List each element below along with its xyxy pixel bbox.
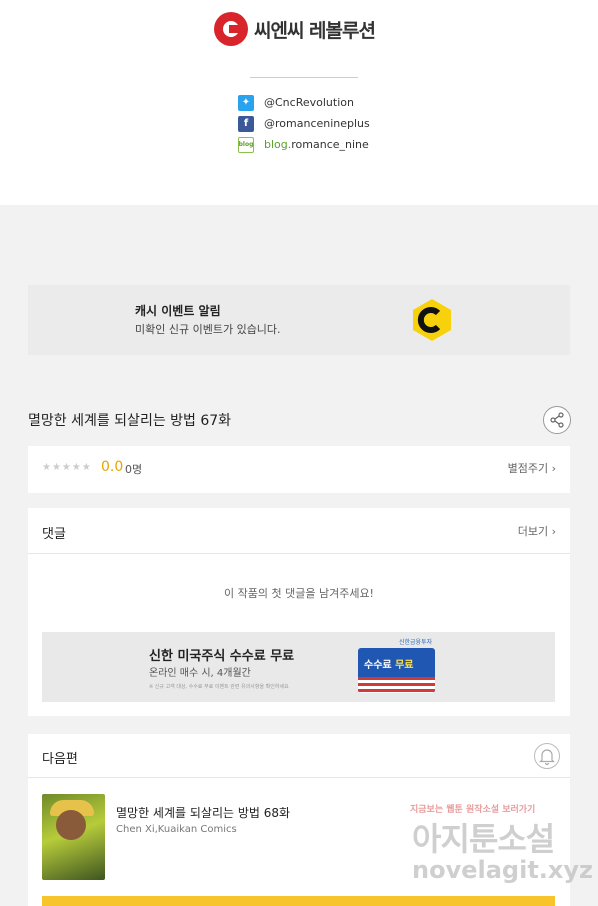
rating-score: 0.0: [101, 459, 124, 475]
rating-stars: ★★★★★: [42, 462, 92, 473]
us-flag-icon: [358, 677, 435, 693]
blog-link[interactable]: blog blog. romance_nine: [238, 134, 370, 155]
facebook-icon: f: [238, 115, 254, 132]
cnc-logo-icon: [214, 12, 248, 46]
rate-button[interactable]: 별점주기 ›: [508, 460, 556, 476]
next-episode-title[interactable]: 멸망한 세계를 되살리는 방법 68화: [116, 804, 290, 821]
cash-coin-icon: [413, 299, 451, 341]
twitter-handle: @CncRevolution: [264, 96, 354, 109]
header-section: 씨엔씨 레볼루션 ✦ @CncRevolution f @romancenine…: [0, 0, 598, 205]
bell-icon: [539, 749, 555, 766]
ad-fine-print: ※ 신규 고객 대상, 수수료 무료 이벤트 관련 유의사항을 확인하세요: [149, 684, 289, 690]
facebook-link[interactable]: f @romancenineplus: [238, 113, 370, 134]
rating-card: ★★★★★ 0.0 0명 별점주기 ›: [28, 446, 570, 493]
share-icon: [550, 412, 564, 428]
brand-logo[interactable]: 씨엔씨 레볼루션: [214, 12, 376, 46]
next-episode-button[interactable]: [42, 896, 555, 906]
ad-title: 신한 미국주식 수수료 무료: [149, 649, 295, 664]
next-episode-author: Chen Xi,Kuaikan Comics: [116, 824, 237, 835]
blog-icon: blog: [238, 136, 254, 153]
next-header: 다음편: [28, 734, 570, 778]
ad-brand: 신한금융투자: [399, 639, 433, 646]
rating-count: 0명: [125, 463, 143, 476]
comments-more-button[interactable]: 더보기 ›: [518, 523, 556, 539]
social-links: ✦ @CncRevolution f @romancenineplus blog…: [238, 92, 370, 155]
ad-badge: 수수료 무료: [358, 648, 435, 693]
comments-card: 댓글 더보기 › 이 작품의 첫 댓글을 남겨주세요! 신한 미국주식 수수료 …: [28, 508, 570, 716]
next-episode-thumbnail[interactable]: [42, 794, 105, 880]
next-episode-card: 다음편 멸망한 세계를 되살리는 방법 68화 Chen Xi,Kuaikan …: [28, 734, 570, 906]
next-title: 다음편: [42, 752, 78, 767]
divider: [250, 77, 358, 78]
blog-prefix: blog.: [264, 138, 292, 151]
cash-event-title: 캐시 이벤트 알림: [135, 304, 221, 318]
cash-event-banner[interactable]: 캐시 이벤트 알림 미확인 신규 이벤트가 있습니다.: [28, 285, 570, 355]
twitter-link[interactable]: ✦ @CncRevolution: [238, 92, 370, 113]
ad-subtitle: 온라인 매수 시, 4개월간: [149, 668, 251, 679]
comments-header: 댓글 더보기 ›: [28, 508, 570, 554]
episode-title: 멸망한 세계를 되살리는 방법 67화: [28, 413, 232, 429]
brand-name: 씨엔씨 레볼루션: [254, 19, 376, 42]
ad-banner[interactable]: 신한 미국주식 수수료 무료 온라인 매수 시, 4개월간 ※ 신규 고객 대상…: [42, 632, 555, 702]
share-button[interactable]: [543, 406, 571, 434]
comments-empty-text: 이 작품의 첫 댓글을 남겨주세요!: [224, 587, 374, 600]
ad-badge-text: 수수료: [364, 660, 392, 671]
comments-title: 댓글: [42, 527, 66, 542]
blog-handle: romance_nine: [291, 138, 369, 151]
ad-badge-highlight: 무료: [395, 660, 414, 671]
notification-bell-button[interactable]: [534, 743, 560, 769]
cash-event-subtitle: 미확인 신규 이벤트가 있습니다.: [135, 323, 281, 336]
twitter-icon: ✦: [238, 94, 254, 111]
facebook-handle: @romancenineplus: [264, 117, 370, 130]
